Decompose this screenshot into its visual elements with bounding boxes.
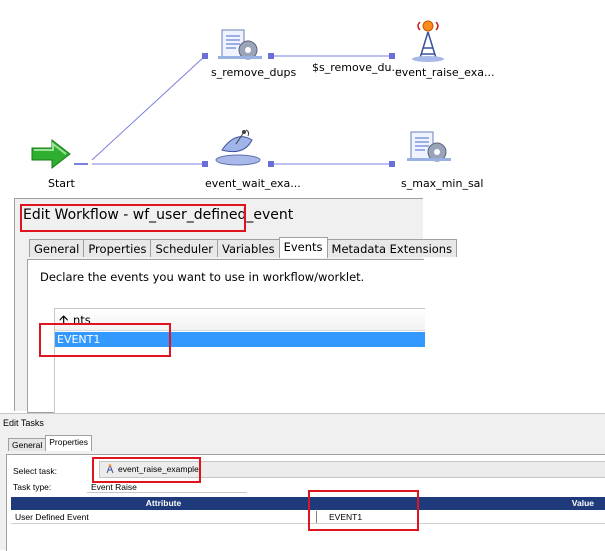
session-icon[interactable] xyxy=(218,29,262,60)
select-task-label: Select task: xyxy=(13,466,57,476)
tab-metadata-extensions[interactable]: Metadata Extensions xyxy=(326,239,458,257)
tab-general[interactable]: General xyxy=(29,239,85,257)
session-icon[interactable] xyxy=(407,131,451,162)
highlight-box-event xyxy=(39,323,171,357)
tab-general[interactable]: General xyxy=(8,438,47,451)
node-label-event-wait: event_wait_exa... xyxy=(205,177,301,190)
tasks-tab-bar: General Properties xyxy=(8,435,92,454)
node-label-start: Start xyxy=(48,177,75,190)
tab-events[interactable]: Events xyxy=(278,237,328,258)
event-wait-icon[interactable] xyxy=(215,129,261,166)
workflow-tab-bar: General Properties Scheduler Variables E… xyxy=(29,237,458,259)
workflow-canvas[interactable] xyxy=(0,0,605,200)
highlight-box-task xyxy=(92,457,201,483)
task-type-label: Task type: xyxy=(13,482,52,492)
tab-properties[interactable]: Properties xyxy=(45,435,92,451)
highlight-box-title xyxy=(20,204,246,232)
link-condition-label: $s_remove_du... xyxy=(312,61,402,74)
events-description: Declare the events you want to use in wo… xyxy=(40,270,365,284)
edit-tasks-dialog: Edit Tasks General Properties Select tas… xyxy=(0,413,605,551)
divider xyxy=(87,492,247,493)
node-label-s-remove-dups: s_remove_dups xyxy=(211,66,297,79)
link-start-to-remove-dups[interactable] xyxy=(91,55,206,161)
node-label-s-max-min-sal: s_max_min_sal xyxy=(401,177,484,190)
start-arrow-icon[interactable] xyxy=(31,138,71,170)
highlight-box-value xyxy=(308,490,419,531)
edit-workflow-dialog: Edit Workflow - wf_user_defined_event Ge… xyxy=(14,198,458,414)
attribute-name: User Defined Event xyxy=(15,512,89,522)
column-header-attribute[interactable]: Attribute xyxy=(11,497,316,510)
event-raise-icon[interactable] xyxy=(412,20,444,62)
tab-variables[interactable]: Variables xyxy=(217,239,280,257)
node-label-event-raise: event_raise_exa... xyxy=(395,66,495,79)
dialog-title: Edit Tasks xyxy=(3,418,44,428)
tab-properties[interactable]: Properties xyxy=(83,239,152,257)
properties-tab-panel: Select task: event_raise_example Task ty… xyxy=(6,454,605,551)
tab-scheduler[interactable]: Scheduler xyxy=(150,239,219,257)
task-type-value: Event Raise xyxy=(91,482,137,492)
